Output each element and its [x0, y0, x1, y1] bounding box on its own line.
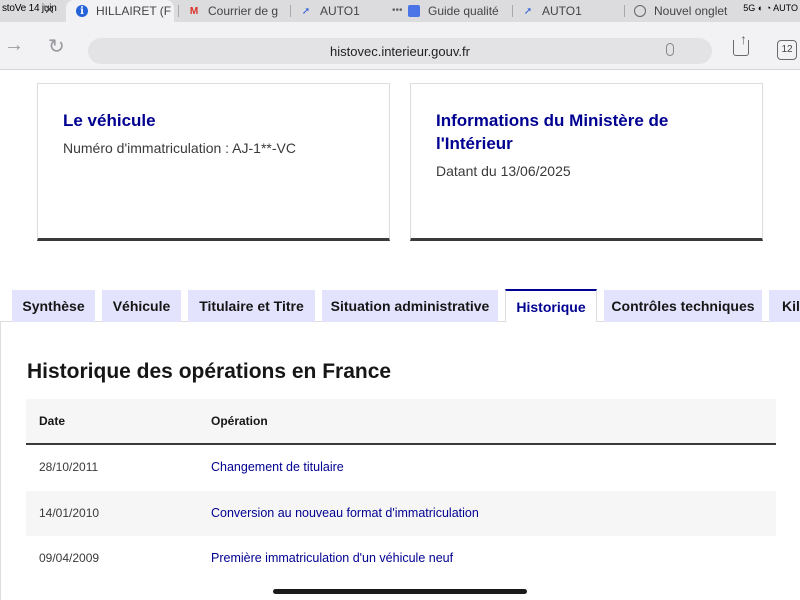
vehicle-card: Le véhicule Numéro d'immatriculation : A… — [37, 83, 390, 241]
browser-tab-strip: stoVe 14 juin ✕ i HILLAIRET (F M Courrie… — [0, 0, 800, 22]
browser-tab-guide[interactable]: ••• Guide qualité — [392, 0, 508, 22]
row-operation: Changement de titulaire — [211, 460, 344, 474]
tab-count-button[interactable]: 12 — [777, 40, 797, 60]
status-indicators: 5G ◐ ◔ AUTO — [743, 3, 798, 13]
column-header-date: Date — [39, 414, 66, 428]
tab-controles-techniques[interactable]: Contrôles techniques — [604, 290, 762, 322]
browser-tab-label: Courrier de g — [208, 4, 279, 18]
browser-tab-label: HILLAIRET (F — [96, 4, 172, 18]
forward-arrow-icon[interactable]: → — [4, 34, 24, 57]
table-header: Date Opération — [26, 399, 776, 445]
microphone-icon[interactable] — [666, 43, 674, 56]
auto1-icon: ➚ — [301, 5, 311, 17]
browser-toolbar: → ↻ histovec.interieur.gouv.fr ↑ 12 — [0, 22, 800, 70]
table-row: 14/01/2010 Conversion au nouveau format … — [26, 490, 776, 536]
row-operation: Première immatriculation d'un véhicule n… — [211, 551, 454, 565]
share-icon[interactable] — [733, 40, 749, 56]
browser-tab-label: Nouvel onglet — [654, 4, 728, 18]
browser-tab-auto1-2[interactable]: ➚ AUTO1 — [512, 0, 622, 22]
row-date: 28/10/2011 — [39, 460, 99, 474]
browser-tab-label: Guide qualité — [428, 4, 499, 18]
browser-tab-label: AUTO1 — [542, 4, 582, 18]
url-text[interactable]: histovec.interieur.gouv.fr — [88, 44, 712, 59]
data-date: Datant du 13/06/2025 — [436, 163, 571, 179]
info-icon: i — [76, 5, 88, 17]
auto1-icon: ➚ — [523, 5, 533, 17]
table-row: 09/04/2009 Première immatriculation d'un… — [26, 536, 776, 582]
history-table: Date Opération 28/10/2011 Changement de … — [26, 399, 776, 582]
close-tab-icon[interactable]: ✕ — [44, 2, 55, 18]
browser-tab-label: AUTO1 — [320, 4, 360, 18]
vehicle-card-title: Le véhicule — [63, 111, 156, 130]
history-title: Historique des opérations en France — [27, 360, 392, 383]
table-row: 28/10/2011 Changement de titulaire — [26, 445, 776, 491]
more-dots-icon: ••• — [392, 5, 403, 16]
browser-tab-hillairet[interactable]: i HILLAIRET (F — [66, 0, 174, 22]
tab-vehicule[interactable]: Véhicule — [102, 290, 181, 322]
row-operation: Conversion au nouveau format d'immatricu… — [211, 505, 479, 520]
column-header-operation: Opération — [211, 414, 268, 428]
row-date: 09/04/2009 — [39, 551, 100, 565]
tab-titulaire[interactable]: Titulaire et Titre — [188, 290, 315, 322]
browser-tab-auto1[interactable]: ➚ AUTO1 — [290, 0, 390, 22]
row-date: 14/01/2010 — [39, 505, 100, 520]
tab-historique[interactable]: Historique — [505, 289, 597, 323]
history-panel: Historique des opérations en France Date… — [0, 322, 800, 600]
reload-icon[interactable]: ↻ — [48, 34, 65, 59]
ministry-card: Informations du Ministère de l'Intérieur… — [410, 83, 763, 241]
tab-situation-administrative[interactable]: Situation administrative — [322, 290, 498, 322]
browser-tab-new[interactable]: Nouvel onglet — [624, 0, 736, 22]
address-bar[interactable]: histovec.interieur.gouv.fr — [88, 38, 712, 64]
tab-separator — [178, 5, 179, 17]
gmail-icon: M — [189, 5, 199, 17]
doc-icon — [408, 5, 420, 17]
tab-separator — [512, 5, 513, 17]
report-tabs: Synthèse Véhicule Titulaire et Titre Sit… — [0, 289, 800, 323]
tab-kilometrage[interactable]: Kilométrage — [769, 290, 800, 322]
home-indicator[interactable] — [273, 589, 527, 594]
tab-separator — [624, 5, 625, 17]
globe-icon — [634, 5, 646, 17]
registration-number: Numéro d'immatriculation : AJ-1**-VC — [63, 140, 296, 156]
browser-tab-gmail[interactable]: M Courrier de g — [178, 0, 286, 22]
tab-synthese[interactable]: Synthèse — [12, 290, 95, 322]
tab-separator — [290, 5, 291, 17]
ministry-card-title: Informations du Ministère de l'Intérieur — [436, 111, 669, 153]
